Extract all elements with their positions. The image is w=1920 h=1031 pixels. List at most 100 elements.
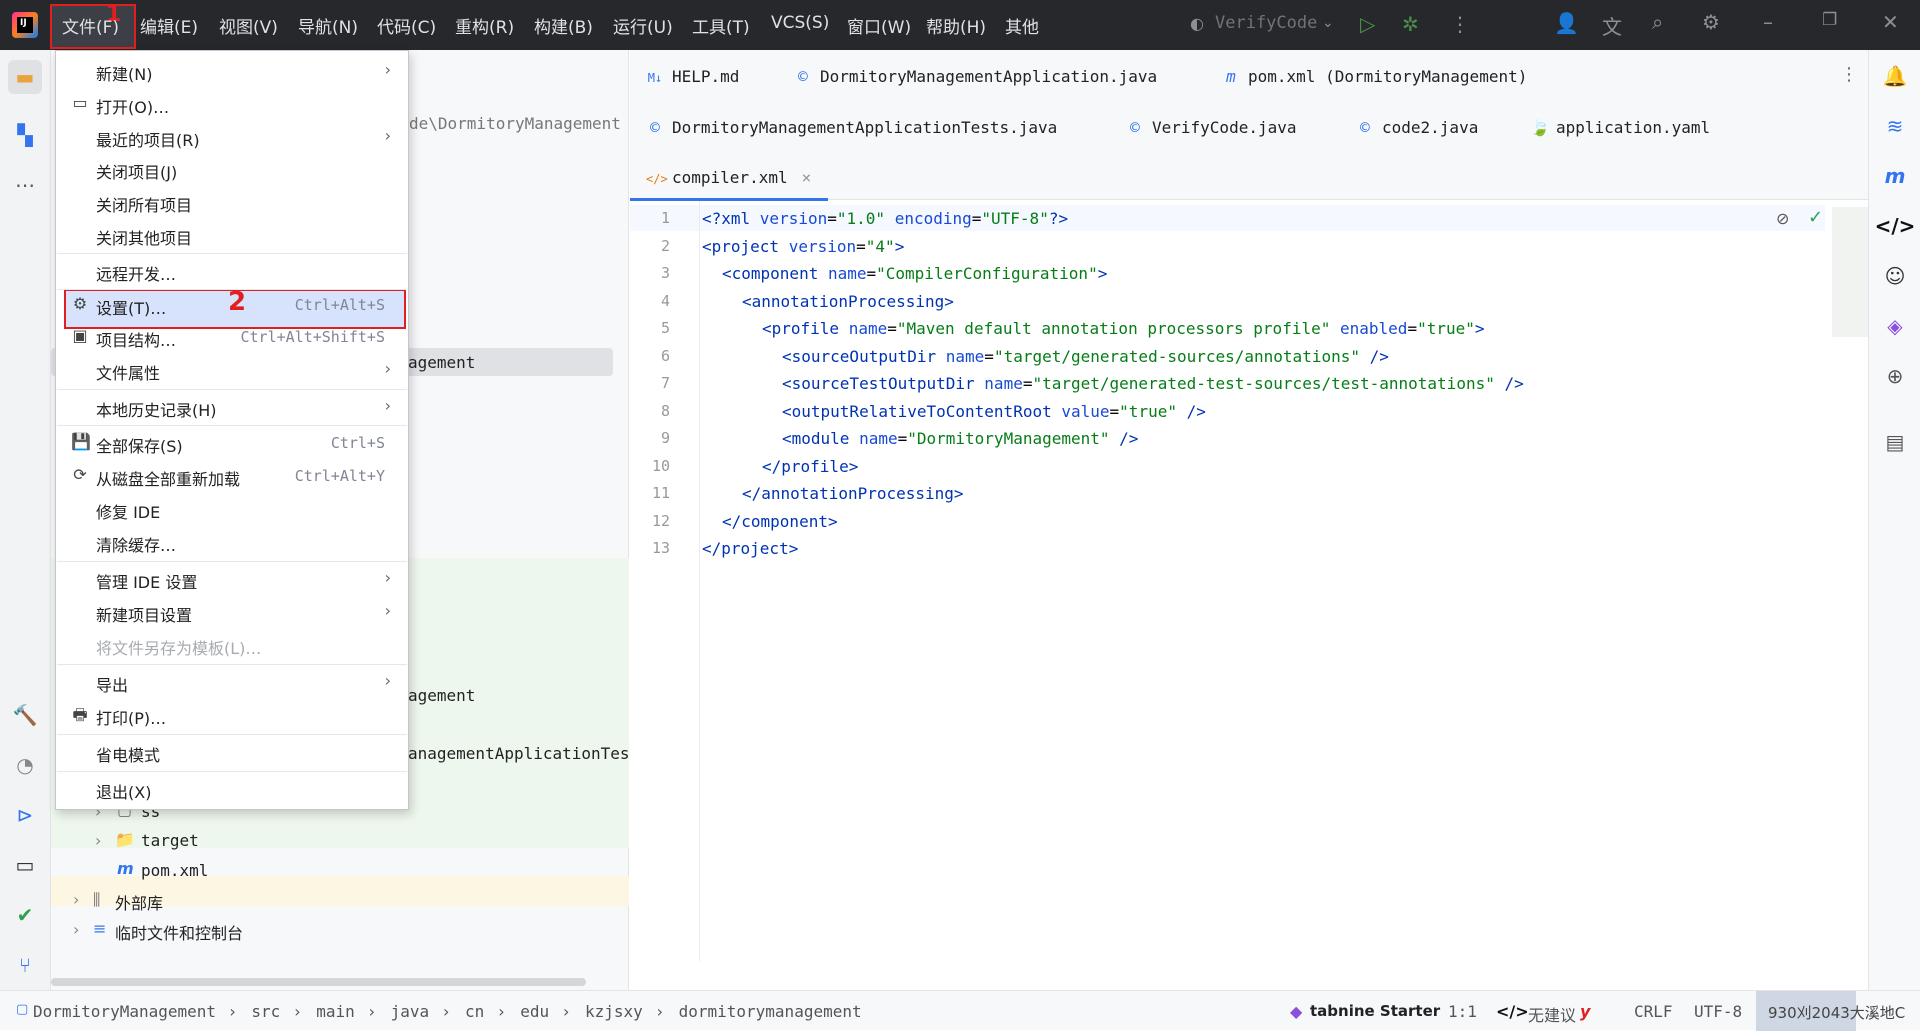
chevron-right-icon[interactable]: ›	[73, 920, 79, 939]
horizontal-scrollbar[interactable]	[51, 978, 586, 986]
close-icon[interactable]: ✕	[1882, 10, 1899, 34]
menu-item-export[interactable]: 导出 ›	[57, 667, 407, 697]
tab-application-yaml[interactable]: 🍃 application.yaml	[1530, 118, 1710, 137]
file-encoding[interactable]: UTF-8	[1694, 1002, 1742, 1021]
code-line[interactable]: </project>	[702, 539, 798, 558]
structure-icon[interactable]: ▚	[8, 118, 42, 152]
menu-item-power-save-mode[interactable]: 省电模式	[57, 737, 407, 767]
reader-mode-icon[interactable]: ⊘	[1776, 209, 1789, 228]
menu-code[interactable]: 代码(C)	[377, 13, 436, 38]
services-icon[interactable]: ⊳	[8, 798, 42, 832]
menu-item-remote-dev[interactable]: 远程开发…	[57, 256, 407, 286]
menu-help[interactable]: 帮助(H)	[926, 13, 986, 38]
tab-application-java[interactable]: © DormitoryManagementApplication.java	[794, 67, 1157, 86]
codeium-icon[interactable]: </>	[1875, 212, 1916, 240]
tab-tests-java[interactable]: © DormitoryManagementApplicationTests.jav…	[646, 118, 1057, 137]
menu-item-reload-all[interactable]: ⟳ 从磁盘全部重新加载 Ctrl+Alt+Y	[57, 461, 407, 491]
menu-file[interactable]: 文件(F)	[62, 13, 119, 38]
text-document-icon[interactable]: ▤	[1881, 428, 1909, 456]
translate-icon[interactable]: 文	[1602, 11, 1622, 40]
breadcrumb-item[interactable]: main	[316, 1002, 355, 1021]
code-editor[interactable]: 1 2 3 4 5 6 7 8 9 10 11 12 13 <?xml version="1.0" en…	[630, 201, 1868, 991]
suggestion-status[interactable]: 无建议	[1528, 1002, 1576, 1026]
menu-item-local-history[interactable]: 本地历史记录(H) ›	[57, 392, 407, 422]
problems-check-icon[interactable]: ✔	[8, 898, 42, 932]
code-line[interactable]: <project version="4">	[702, 237, 904, 256]
tree-item-application[interactable]: agement	[408, 686, 475, 705]
terminal-icon[interactable]: ▭	[8, 848, 42, 882]
debug-icon[interactable]: ✲	[1402, 12, 1419, 36]
plugin-cube-icon[interactable]: ◈	[1881, 312, 1909, 340]
build-hammer-icon[interactable]: 🔨	[8, 698, 42, 732]
inspection-ok-icon[interactable]: ✓	[1808, 207, 1823, 228]
restore-icon[interactable]: ❐	[1822, 10, 1837, 30]
tree-item-tests[interactable]: anagementApplicationTes	[408, 744, 630, 763]
tree-item-pom[interactable]: pom.xml	[141, 861, 208, 880]
search-icon[interactable]: ⌕	[1652, 10, 1663, 34]
chevron-down-icon[interactable]: ⌄	[1322, 15, 1334, 31]
more-vertical-icon[interactable]: ⋮	[1450, 12, 1470, 36]
code-line[interactable]: </profile>	[762, 457, 858, 476]
profiler-icon[interactable]: ◔	[8, 748, 42, 782]
menu-item-recent-projects[interactable]: 最近的项目(R) ›	[57, 122, 407, 152]
code-line[interactable]: <sourceTestOutputDir name="target/genera…	[782, 374, 1524, 393]
yaml-y-icon[interactable]: y	[1580, 1002, 1590, 1021]
code-line[interactable]: <module name="DormitoryManagement" />	[782, 429, 1138, 448]
more-horizontal-icon[interactable]: ⋯	[8, 168, 42, 202]
menu-item-project-structure[interactable]: ▣ 项目结构… Ctrl+Alt+Shift+S	[57, 322, 407, 352]
menu-tools[interactable]: 工具(T)	[692, 13, 750, 38]
notifications-bell-icon[interactable]: 🔔	[1881, 62, 1909, 90]
tab-pom-xml[interactable]: m pom.xml (DormitoryManagement)	[1222, 67, 1527, 86]
line-separator[interactable]: CRLF	[1634, 1002, 1673, 1021]
code-minimap[interactable]	[1832, 207, 1868, 337]
breadcrumb-item[interactable]: src	[251, 1002, 280, 1021]
breadcrumb-item[interactable]: java	[391, 1002, 430, 1021]
tab-code2-java[interactable]: © code2.java	[1356, 118, 1478, 137]
breadcrumb-item[interactable]: dormitorymanagement	[679, 1002, 862, 1021]
tab-verifycode-java[interactable]: © VerifyCode.java	[1126, 118, 1296, 137]
chevron-right-icon[interactable]: ›	[73, 890, 79, 909]
menu-other[interactable]: 其他	[1005, 13, 1039, 38]
tab-help-md[interactable]: M↓ HELP.md	[646, 67, 740, 86]
menu-vcs[interactable]: VCS(S)	[771, 13, 829, 33]
breadcrumb-item[interactable]: kzjsxy	[585, 1002, 643, 1021]
cursor-position[interactable]: 1:1	[1448, 1002, 1477, 1021]
menu-item-manage-ide-settings[interactable]: 管理 IDE 设置 ›	[57, 564, 407, 594]
tree-item-target[interactable]: target	[141, 831, 199, 850]
run-icon[interactable]: ▷	[1360, 12, 1375, 36]
code-line[interactable]: </component>	[722, 512, 838, 531]
menu-item-close-other-projects[interactable]: 关闭其他项目	[57, 220, 407, 250]
menu-item-close-project[interactable]: 关闭项目(J)	[57, 154, 407, 184]
run-config-selector[interactable]: VerifyCode	[1215, 13, 1317, 33]
git-branch-icon[interactable]: ⑂	[8, 948, 42, 982]
code-line[interactable]: <component name="CompilerConfiguration">	[722, 264, 1107, 283]
menu-item-exit[interactable]: 退出(X)	[57, 774, 407, 804]
menu-run[interactable]: 运行(U)	[613, 13, 673, 38]
breadcrumb-item[interactable]: cn	[465, 1002, 484, 1021]
menu-item-save-all[interactable]: 💾 全部保存(S) Ctrl+S	[57, 428, 407, 458]
intellij-logo-icon[interactable]: IJ	[12, 12, 38, 38]
code-line[interactable]: <?xml version="1.0" encoding="UTF-8"?>	[702, 209, 1068, 228]
menu-refactor[interactable]: 重构(R)	[455, 13, 514, 38]
ai-assistant-icon[interactable]: ☺	[1881, 262, 1909, 290]
menu-item-open[interactable]: ▭ 打开(O)…	[57, 89, 407, 119]
code-line[interactable]: <annotationProcessing>	[742, 292, 954, 311]
menu-view[interactable]: 视图(V)	[219, 13, 278, 38]
tree-item-scratches[interactable]: 临时文件和控制台	[115, 920, 243, 944]
minimize-icon[interactable]: –	[1763, 10, 1773, 34]
gear-icon[interactable]: ⚙	[1702, 10, 1720, 34]
close-tab-icon[interactable]: ×	[802, 168, 812, 187]
menu-navigate[interactable]: 导航(N)	[298, 13, 358, 38]
code-line[interactable]: <profile name="Maven default annotation …	[762, 319, 1485, 338]
menu-item-invalidate-caches[interactable]: 清除缓存…	[57, 527, 407, 557]
breadcrumb-item[interactable]: edu	[520, 1002, 549, 1021]
more-vertical-icon[interactable]: ⋮	[1840, 64, 1858, 85]
code-line[interactable]: <sourceOutputDir name="target/generated-…	[782, 347, 1389, 366]
menu-item-close-all-projects[interactable]: 关闭所有项目	[57, 187, 407, 217]
globe-icon[interactable]: ⊕	[1881, 362, 1909, 390]
menu-item-new[interactable]: 新建(N) ›	[57, 56, 407, 86]
menu-item-repair-ide[interactable]: 修复 IDE	[57, 494, 407, 524]
chevron-right-icon[interactable]: ›	[95, 831, 101, 850]
maven-icon[interactable]: m	[1881, 162, 1909, 190]
breadcrumb-item[interactable]: DormitoryManagement	[33, 1002, 216, 1021]
